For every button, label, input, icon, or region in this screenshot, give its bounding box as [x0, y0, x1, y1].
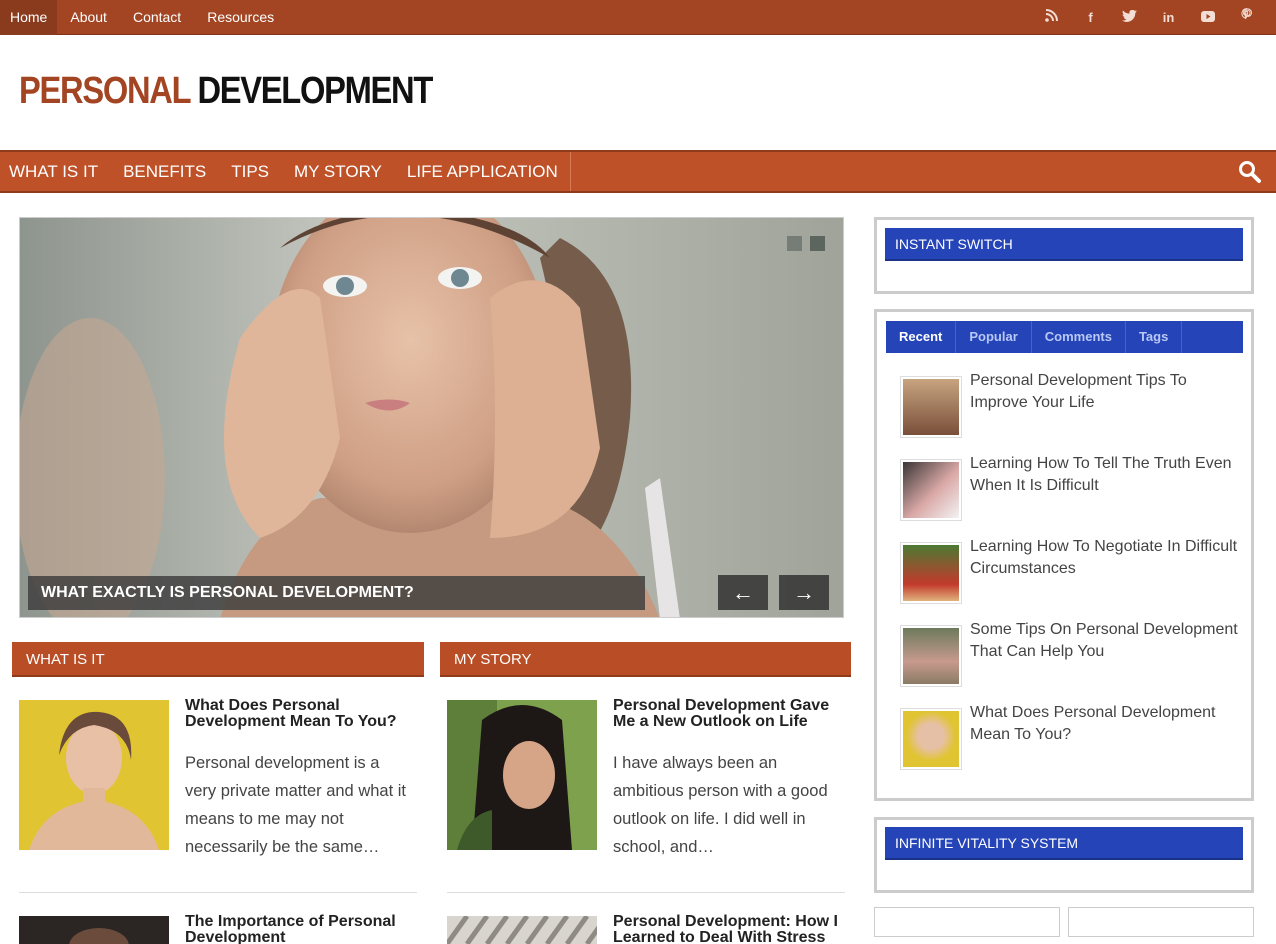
post-title[interactable]: What Does Personal Development Mean To Y…	[185, 698, 420, 730]
main-nav-tips[interactable]: TIPS	[222, 152, 281, 191]
main-nav-what-is-it[interactable]: WHAT IS IT	[0, 152, 110, 191]
widget-heading: INFINITE VITALITY SYSTEM	[885, 827, 1243, 860]
recent-title[interactable]: What Does Personal Development Mean To Y…	[970, 702, 1242, 746]
tab-recent[interactable]: Recent	[886, 321, 957, 353]
post-card: Personal Development: How I Learned to D…	[447, 914, 848, 944]
tab-bar: Recent Popular Comments Tags	[886, 321, 1243, 353]
post-thumbnail[interactable]	[447, 916, 597, 944]
top-nav-resources[interactable]: Resources	[194, 0, 287, 35]
site-logo[interactable]: PERSONAL DEVELOPMENT	[19, 70, 433, 113]
linkedin-icon[interactable]: in	[1149, 0, 1188, 35]
social-links: f in	[1032, 0, 1266, 35]
post-thumbnail[interactable]	[19, 916, 169, 944]
recent-thumbnail[interactable]	[900, 625, 962, 687]
widget-instant-switch: INSTANT SWITCH	[874, 217, 1254, 294]
post-excerpt: Personal development is a very private m…	[185, 754, 407, 856]
recent-title[interactable]: Learning How To Negotiate In Difficult C…	[970, 536, 1242, 580]
post-thumbnail[interactable]	[19, 700, 169, 850]
post-thumbnail[interactable]	[447, 700, 597, 850]
tab-tags[interactable]: Tags	[1126, 321, 1183, 353]
post-card: Personal Development Gave Me a New Outlo…	[447, 698, 848, 856]
section-heading-my-story[interactable]: MY STORY	[440, 642, 851, 677]
post-title[interactable]: Personal Development: How I Learned to D…	[613, 914, 848, 944]
top-nav-about[interactable]: About	[57, 0, 120, 35]
slider-prev-button[interactable]: ←	[718, 575, 768, 610]
search-icon[interactable]	[1238, 160, 1262, 184]
nav-divider	[569, 152, 571, 191]
youtube-icon[interactable]	[1188, 0, 1227, 35]
top-nav: Home About Contact Resources	[0, 0, 287, 35]
logo-part-1: PERSONAL	[19, 70, 191, 112]
logo-part-2: DEVELOPMENT	[197, 70, 433, 112]
recent-thumbnail[interactable]	[900, 459, 962, 521]
widget-tabs: Recent Popular Comments Tags Personal De…	[874, 309, 1254, 801]
divider	[19, 892, 417, 893]
main-nav: WHAT IS IT BENEFITS TIPS MY STORY LIFE A…	[0, 150, 1276, 193]
post-card: What Does Personal Development Mean To Y…	[19, 698, 420, 856]
twitter-icon[interactable]	[1110, 0, 1149, 35]
recent-title[interactable]: Some Tips On Personal Development That C…	[970, 619, 1242, 663]
slider-dot-2[interactable]	[810, 236, 825, 251]
post-title[interactable]: Personal Development Gave Me a New Outlo…	[613, 698, 848, 730]
recent-thumbnail[interactable]	[900, 542, 962, 604]
pinterest-icon[interactable]	[1227, 0, 1266, 35]
recent-title[interactable]: Personal Development Tips To Improve You…	[970, 370, 1242, 414]
rss-icon[interactable]	[1032, 0, 1071, 35]
main-nav-my-story[interactable]: MY STORY	[285, 152, 394, 191]
main-nav-life-application[interactable]: LIFE APPLICATION	[398, 152, 570, 191]
slider-dot-1[interactable]	[787, 236, 802, 251]
recent-thumbnail[interactable]	[900, 708, 962, 770]
post-card: The Importance of Personal Development	[19, 914, 420, 944]
post-title[interactable]: The Importance of Personal Development	[185, 914, 420, 944]
slider-next-button[interactable]: →	[779, 575, 829, 610]
widget-infinite-vitality: INFINITE VITALITY SYSTEM	[874, 817, 1254, 893]
ad-box[interactable]	[874, 907, 1060, 937]
main-nav-benefits[interactable]: BENEFITS	[114, 152, 218, 191]
post-excerpt: I have always been an ambitious person w…	[613, 754, 828, 856]
top-nav-home[interactable]: Home	[0, 0, 58, 35]
tab-comments[interactable]: Comments	[1032, 321, 1126, 353]
top-nav-contact[interactable]: Contact	[120, 0, 194, 35]
ad-box[interactable]	[1068, 907, 1254, 937]
slider-dots	[787, 236, 825, 251]
recent-thumbnail[interactable]	[900, 376, 962, 438]
widget-heading: INSTANT SWITCH	[885, 228, 1243, 261]
recent-title[interactable]: Learning How To Tell The Truth Even When…	[970, 453, 1242, 497]
divider	[447, 892, 845, 893]
slider-caption[interactable]: WHAT EXACTLY IS PERSONAL DEVELOPMENT?	[28, 576, 645, 610]
section-heading-what-is-it[interactable]: WHAT IS IT	[12, 642, 424, 677]
slider-image	[20, 218, 843, 617]
featured-slider[interactable]: WHAT EXACTLY IS PERSONAL DEVELOPMENT? ← …	[19, 217, 844, 618]
facebook-icon[interactable]: f	[1071, 0, 1110, 35]
top-bar: Home About Contact Resources f in	[0, 0, 1276, 35]
tab-popular[interactable]: Popular	[956, 321, 1032, 353]
